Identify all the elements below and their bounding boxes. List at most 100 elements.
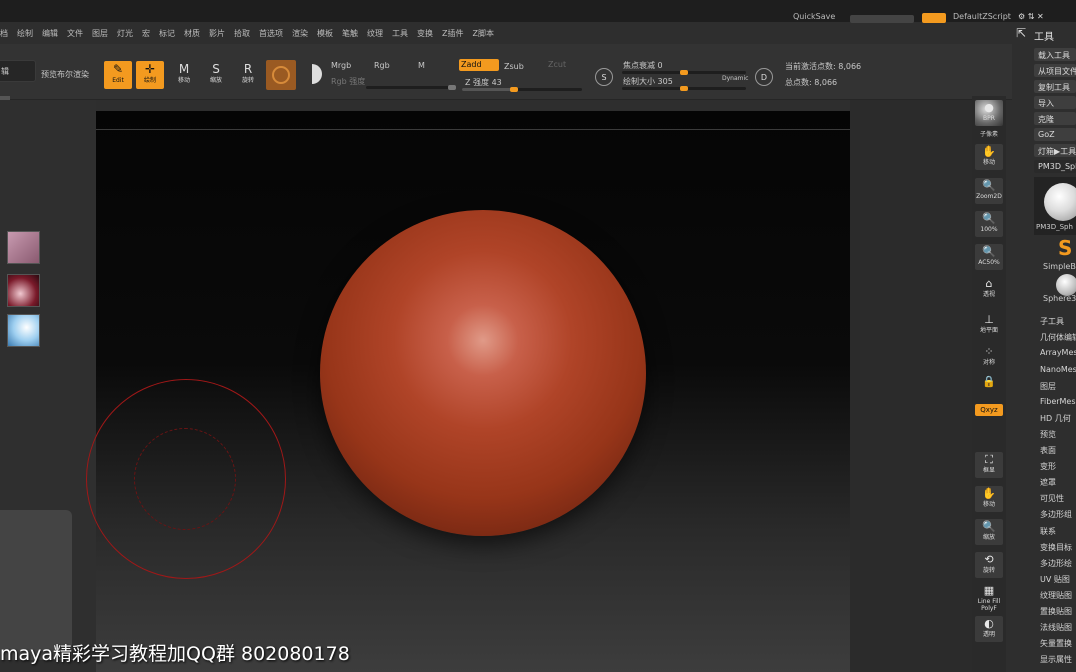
goz-button[interactable]: GoZ	[1034, 128, 1076, 141]
bpr-button[interactable]: ● BPR	[975, 100, 1003, 126]
lightbox-tools-button[interactable]: 灯箱▶工具	[1034, 144, 1076, 157]
rgb-intensity-slider[interactable]	[366, 85, 456, 90]
rotate-view-button[interactable]: ⟲ 旋转	[975, 552, 1003, 578]
menu-item[interactable]: 变换	[417, 28, 433, 40]
copy-tool-button[interactable]: 复制工具	[1034, 80, 1076, 93]
z-intensity-knob[interactable]	[510, 87, 518, 92]
polyframe-button[interactable]: ▦ Line Fill PolyF	[975, 583, 1003, 612]
masking-section[interactable]: 遮罩	[1040, 477, 1056, 488]
menu-item[interactable]: 灯光	[117, 28, 133, 40]
menu-item[interactable]: 编辑	[42, 28, 58, 40]
zsub-toggle[interactable]: Zsub	[504, 62, 524, 71]
focal-shift-icon[interactable]: S	[595, 68, 613, 86]
from-project-button[interactable]: 从项目文件	[1034, 64, 1076, 77]
m-toggle[interactable]: M	[418, 61, 425, 70]
menu-item[interactable]: Z插件	[442, 28, 463, 40]
uv-map-section[interactable]: UV 贴图	[1040, 574, 1070, 585]
menu-item[interactable]: 笔触	[342, 28, 358, 40]
menu-item[interactable]: 图层	[92, 28, 108, 40]
current-tool-thumbnail[interactable]: PM3D_Sph	[1034, 177, 1076, 235]
focal-shift-slider[interactable]	[622, 70, 746, 75]
rgb-intensity-knob[interactable]	[448, 85, 456, 90]
pan-button[interactable]: ✋ 移动	[975, 144, 1003, 170]
material-swatch-3[interactable]	[7, 314, 40, 347]
display-properties-section[interactable]: 显示属性	[1040, 654, 1072, 665]
layers-section[interactable]: 图层	[1040, 381, 1056, 392]
draw-size-knob[interactable]	[680, 86, 688, 91]
normal-map-section[interactable]: 法线贴图	[1040, 622, 1072, 633]
dynamic-toggle[interactable]: Dynamic	[722, 75, 748, 82]
draw-mode-button[interactable]: ✛ 绘制	[136, 61, 164, 89]
draw-size-slider[interactable]	[622, 86, 746, 91]
menu-item[interactable]: 文件	[67, 28, 83, 40]
menu-item[interactable]: 纹理	[367, 28, 383, 40]
menu-item[interactable]: 模板	[317, 28, 333, 40]
geometry-section[interactable]: 几何体编辑	[1040, 332, 1076, 343]
menu-item[interactable]: 宏	[142, 28, 150, 40]
move-view-button[interactable]: ✋ 移动	[975, 486, 1003, 512]
polygroups-section[interactable]: 多边形组	[1040, 509, 1072, 520]
bpr-label[interactable]: 预览布尔渲染	[41, 69, 89, 80]
hd-geometry-section[interactable]: HD 几何	[1040, 413, 1071, 424]
collapse-icon[interactable]: ⇱	[1016, 26, 1026, 40]
simplebrush-label[interactable]: SimpleBr	[1043, 262, 1076, 271]
tray-scroll-handle[interactable]	[0, 96, 10, 100]
menu-item[interactable]: 拾取	[234, 28, 250, 40]
menu-item[interactable]: 首选项	[259, 28, 283, 40]
window-controls-icon[interactable]: ⚙ ⇅ ✕	[1018, 12, 1044, 21]
rgb-toggle[interactable]: Rgb	[374, 61, 390, 70]
sphere3d-label[interactable]: Sphere3	[1043, 294, 1076, 303]
menu-item[interactable]: 材质	[184, 28, 200, 40]
frame-button[interactable]: ⛶ 框显	[975, 452, 1003, 478]
document-canvas[interactable]	[86, 111, 850, 672]
arraymesh-section[interactable]: ArrayMesh	[1040, 348, 1076, 357]
visibility-section[interactable]: 可见性	[1040, 493, 1064, 504]
default-script-label[interactable]: DefaultZScript	[953, 12, 1011, 21]
menu-item[interactable]: 影片	[209, 28, 225, 40]
zoom100-button[interactable]: 🔍 100%	[975, 211, 1003, 237]
surface-section[interactable]: 表面	[1040, 445, 1056, 456]
menu-item[interactable]: Z脚本	[472, 28, 493, 40]
ac50-button[interactable]: 🔍 AC50%	[975, 244, 1003, 270]
draw-size-icon[interactable]: D	[755, 68, 773, 86]
mrgb-toggle[interactable]: Mrgb	[331, 61, 351, 70]
menu-item[interactable]: 工具	[392, 28, 408, 40]
symmetry-button[interactable]: ⁘ 对称	[975, 344, 1003, 370]
fibermesh-section[interactable]: FiberMesh	[1040, 397, 1076, 406]
xyz-toggle[interactable]: Qxyz	[975, 404, 1003, 416]
deformation-section[interactable]: 变形	[1040, 461, 1056, 472]
lock-button[interactable]: 🔒	[975, 374, 1003, 400]
menu-item[interactable]: 绘制	[17, 28, 33, 40]
focal-shift-knob[interactable]	[680, 70, 688, 75]
preview-section[interactable]: 预览	[1040, 429, 1056, 440]
rotate-mode-button[interactable]: R 旋转	[234, 61, 262, 89]
vector-displacement-section[interactable]: 矢量置换	[1040, 638, 1072, 649]
floor-button[interactable]: ⊥ 地平面	[975, 312, 1003, 338]
clone-button[interactable]: 克隆	[1034, 112, 1076, 125]
color-picker-button[interactable]	[300, 62, 324, 86]
nanomesh-section[interactable]: NanoMesh	[1040, 365, 1076, 374]
zcut-toggle[interactable]: Zcut	[548, 60, 566, 69]
subtool-section[interactable]: 子工具	[1040, 316, 1064, 327]
menu-item[interactable]: 标记	[159, 28, 175, 40]
material-swatch[interactable]	[266, 60, 296, 90]
menu-item[interactable]: 渲染	[292, 28, 308, 40]
import-button[interactable]: 导入	[1034, 96, 1076, 109]
simplebrush-icon[interactable]: S	[1058, 236, 1072, 260]
subpixel-label[interactable]: 子像素	[972, 129, 1006, 138]
sphere3d-icon[interactable]	[1056, 274, 1076, 296]
texture-map-section[interactable]: 纹理贴图	[1040, 590, 1072, 601]
material-swatch-1[interactable]	[7, 231, 40, 264]
perspective-button[interactable]: ⌂ 透视	[975, 276, 1003, 302]
zadd-toggle[interactable]: Zadd	[459, 59, 499, 71]
polypaint-section[interactable]: 多边形绘	[1040, 558, 1072, 569]
edit-field[interactable]: 辑	[0, 60, 36, 82]
sphere-mesh[interactable]	[320, 210, 646, 536]
zoom2d-button[interactable]: 🔍 Zoom2D	[975, 178, 1003, 204]
material-swatch-2[interactable]	[7, 274, 40, 307]
transparent-button[interactable]: ◐ 透明	[975, 616, 1003, 642]
z-intensity-slider[interactable]	[462, 87, 582, 92]
script-icon[interactable]	[922, 13, 946, 23]
edit-mode-button[interactable]: ✎ Edit	[104, 61, 132, 89]
current-tool-name[interactable]: PM3D_Sph	[1034, 160, 1076, 173]
